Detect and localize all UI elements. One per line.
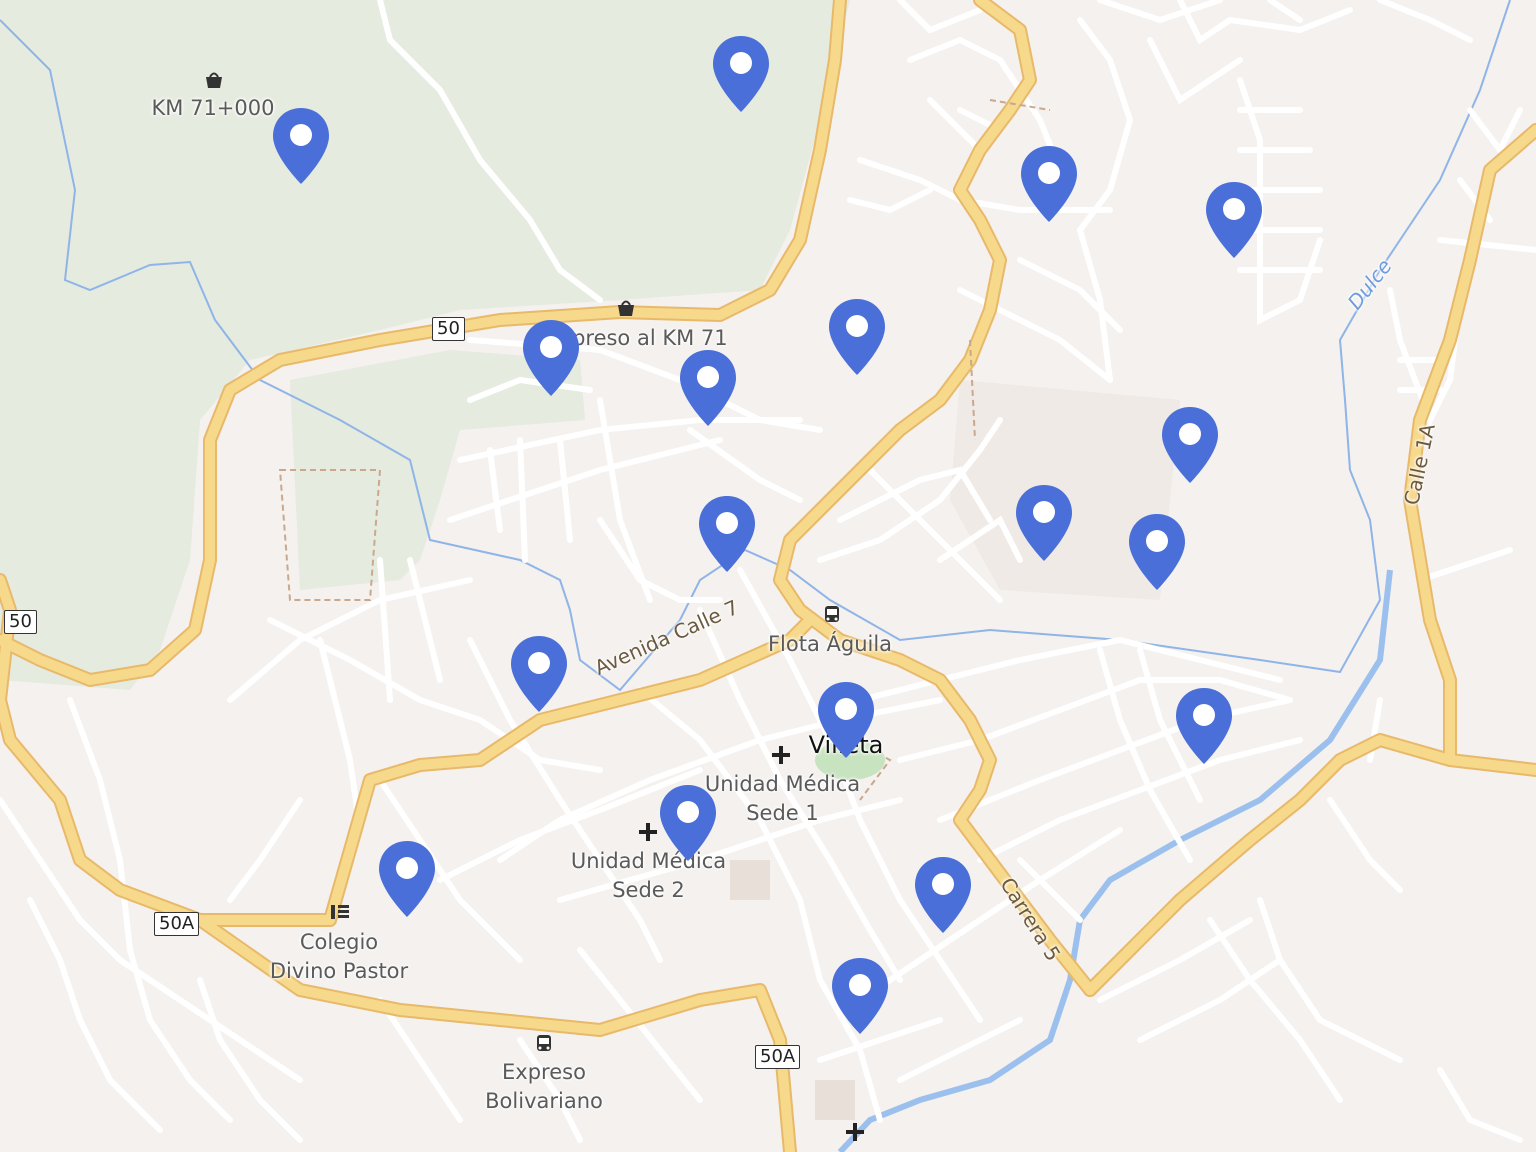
route-shield-50: 50 xyxy=(432,317,465,341)
location-pin-marker[interactable] xyxy=(1014,483,1074,563)
poi-label-unidad-medica-1: Unidad Médica Sede 1 xyxy=(704,772,861,825)
route-shield-50: 50 xyxy=(4,610,37,634)
location-pin-marker[interactable] xyxy=(678,348,738,428)
location-pin-marker[interactable] xyxy=(697,494,757,574)
route-shield-50a: 50A xyxy=(154,912,200,936)
location-pin-marker[interactable] xyxy=(1127,512,1187,592)
route-shield-50a: 50A xyxy=(755,1045,801,1069)
map-base-layer xyxy=(0,0,1536,1152)
poi-label-colegio: Colegio Divino Pastor xyxy=(269,930,409,983)
location-pin-marker[interactable] xyxy=(1174,686,1234,766)
medical-cross-icon xyxy=(639,823,657,841)
bus-stop-icon xyxy=(537,1035,551,1051)
shopping-basket-icon xyxy=(618,300,634,316)
bus-stop-icon xyxy=(825,606,839,622)
location-pin-marker[interactable] xyxy=(509,634,569,714)
location-pin-marker[interactable] xyxy=(816,680,876,760)
location-pin-marker[interactable] xyxy=(1204,180,1264,260)
location-pin-marker[interactable] xyxy=(1160,405,1220,485)
medical-cross-icon xyxy=(846,1123,864,1141)
poi-label-expreso-bolivariano: Expreso Bolivariano xyxy=(485,1060,603,1113)
school-icon xyxy=(331,905,349,919)
location-pin-marker[interactable] xyxy=(521,318,581,398)
map-canvas[interactable]: 50 50 50A 50A KM 71+000 Expreso al KM 71… xyxy=(0,0,1536,1152)
poi-label-flota-aguila: Flota Águila xyxy=(767,632,893,656)
location-pin-marker[interactable] xyxy=(377,839,437,919)
location-pin-marker[interactable] xyxy=(658,783,718,863)
shopping-basket-icon xyxy=(206,72,222,88)
location-pin-marker[interactable] xyxy=(711,34,771,114)
location-pin-marker[interactable] xyxy=(827,297,887,377)
location-pin-marker[interactable] xyxy=(913,855,973,935)
location-pin-marker[interactable] xyxy=(271,106,331,186)
location-pin-marker[interactable] xyxy=(830,956,890,1036)
location-pin-marker[interactable] xyxy=(1019,144,1079,224)
